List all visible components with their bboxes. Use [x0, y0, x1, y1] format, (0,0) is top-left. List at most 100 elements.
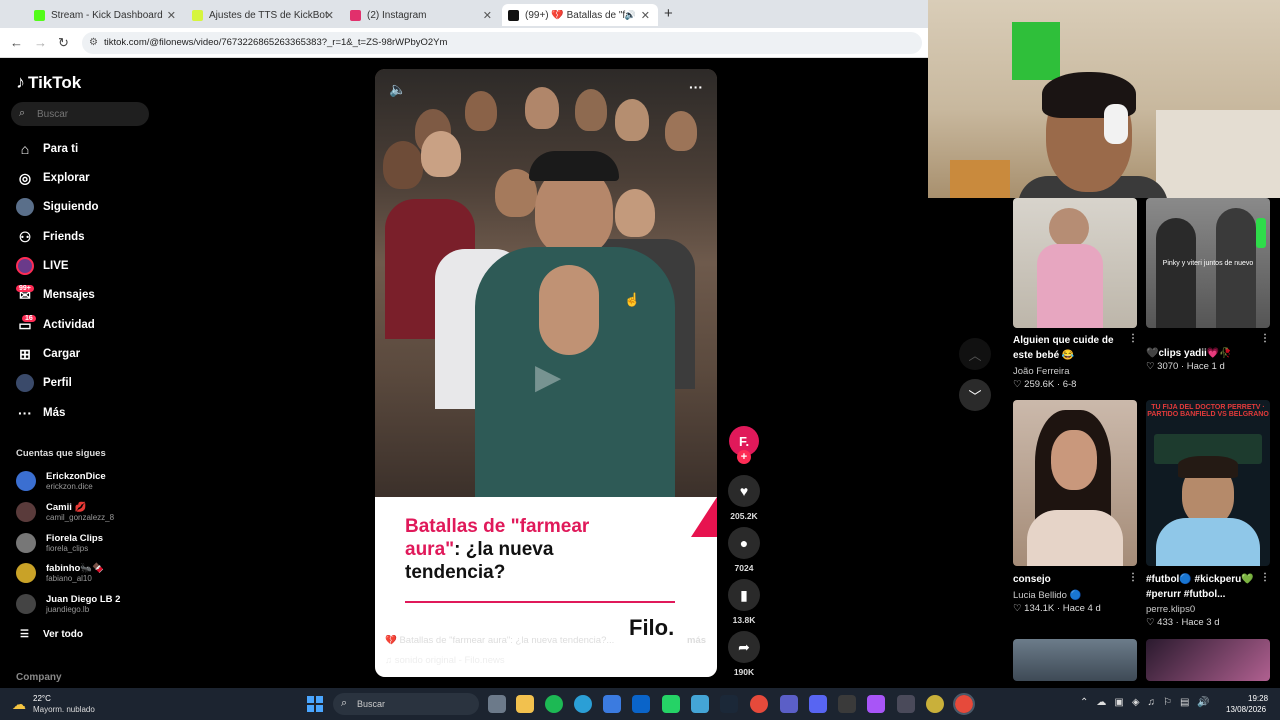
sidebar-item-para-ti[interactable]: ⌂ Para ti — [16, 138, 78, 160]
video-title[interactable]: 🖤clips yadii💗🥀 — [1146, 346, 1258, 361]
audio-playing-icon[interactable]: 🔊 — [625, 10, 636, 21]
following-account[interactable]: Juan Diego LB 2 juandiego.lb — [16, 591, 120, 617]
video-thumbnail[interactable] — [1013, 198, 1137, 328]
app-icon[interactable] — [926, 695, 944, 713]
video-title[interactable]: Alguien que cuide de este bebé 😂 — [1013, 333, 1125, 363]
more-options-icon[interactable]: ··· — [689, 79, 703, 95]
video-thumbnail[interactable]: TU FIJA DEL DOCTOR PERRETV · PARTIDO BAN… — [1146, 400, 1270, 566]
next-video-button[interactable]: ﹀ — [959, 379, 991, 411]
video-title[interactable]: consejo — [1013, 572, 1051, 587]
video-thumbnail[interactable]: Pinky y viteri juntos de nuevo — [1146, 198, 1270, 328]
reload-icon[interactable]: ↻ — [58, 35, 69, 51]
spotify-icon[interactable] — [545, 695, 563, 713]
sound-link[interactable]: ♫ sonido original - Filo.news — [385, 655, 505, 666]
video-author[interactable]: João Ferreira — [1013, 366, 1070, 377]
instagram-favicon-icon — [350, 9, 361, 21]
tab-title: (99+) 💔 Batallas de "farme — [525, 9, 629, 21]
close-tab-icon[interactable]: ✕ — [167, 9, 176, 22]
file-explorer-icon[interactable] — [516, 695, 534, 713]
following-section-title: Cuentas que sigues — [16, 448, 106, 459]
search-input[interactable] — [37, 106, 143, 122]
close-tab-icon[interactable]: ✕ — [641, 9, 650, 22]
copilot-icon[interactable] — [603, 695, 621, 713]
share-button[interactable]: ➦ 190K — [727, 631, 761, 677]
video-author[interactable]: Lucia Bellido 🔵 — [1013, 590, 1081, 601]
tab-tiktok-active[interactable]: (99+) 💔 Batallas de "farme 🔊 ✕ — [502, 4, 658, 26]
following-account[interactable]: fabinho🐜🍫 fabiano_al10 — [16, 560, 104, 586]
chrome-active-icon[interactable] — [953, 693, 975, 715]
more-link[interactable]: más — [687, 635, 706, 646]
video-thumbnail[interactable] — [1013, 639, 1137, 681]
tab-kickbot-tts[interactable]: Ajustes de TTS de KickBot ✕ — [186, 4, 342, 26]
sidebar-item-siguiendo[interactable]: Siguiendo — [16, 196, 99, 218]
edge-icon[interactable] — [574, 695, 592, 713]
sidebar-item-perfil[interactable]: Perfil — [16, 372, 72, 394]
discord-icon[interactable] — [809, 695, 827, 713]
more-options-icon[interactable]: ⋮ — [1128, 333, 1138, 344]
weather-cloud-icon[interactable]: ☁ — [12, 696, 26, 713]
start-button[interactable] — [307, 696, 323, 712]
back-arrow-icon[interactable]: ← — [10, 35, 23, 50]
sidebar-item-cargar[interactable]: ⊞ Cargar — [16, 343, 80, 365]
volume-icon[interactable]: 🔈 — [389, 81, 406, 98]
account-name: fabinho🐜🍫 — [46, 563, 104, 574]
like-button[interactable]: ♥ 205.2K — [727, 475, 761, 521]
video-player[interactable]: 🔈 ··· ▶ Batallas de "farmear aura": ¿la … — [375, 69, 717, 677]
tab-instagram[interactable]: (2) Instagram ✕ — [344, 4, 500, 26]
search-icon: ⌕ — [19, 107, 26, 119]
more-options-icon[interactable]: ⋮ — [1260, 333, 1270, 344]
following-account[interactable]: Fiorela Clips fiorela_clips — [16, 530, 103, 556]
sidebar-item-mas[interactable]: ··· Más — [16, 402, 65, 424]
previous-video-button[interactable]: ︿ — [959, 338, 991, 370]
video-progress-bar[interactable] — [375, 669, 717, 677]
app-icon[interactable] — [867, 695, 885, 713]
clock-date[interactable]: 13/08/2026 — [1226, 705, 1266, 714]
tiktok-logo[interactable]: ♪ TikTok — [16, 72, 81, 93]
obs-icon[interactable] — [838, 695, 856, 713]
site-info-icon[interactable]: ⚙ — [89, 37, 98, 48]
new-tab-button[interactable]: + — [664, 5, 673, 22]
follow-plus-icon[interactable]: + — [737, 450, 751, 464]
video-thumbnail[interactable] — [1146, 639, 1270, 681]
task-view-icon[interactable] — [488, 695, 506, 713]
following-account[interactable]: Camii 💋 camil_gonzalezz_8 — [16, 499, 114, 525]
room-bed — [1156, 110, 1280, 198]
comment-button[interactable]: ● 7024 — [727, 527, 761, 573]
tiktok-note-icon: ♪ — [16, 72, 25, 92]
close-tab-icon[interactable]: ✕ — [325, 9, 334, 22]
like-count: 205.2K — [730, 511, 758, 521]
app-icon[interactable] — [897, 695, 915, 713]
sidebar-item-explorar[interactable]: ◎ Explorar — [16, 167, 90, 189]
taskbar-search[interactable]: ⌕ Buscar — [333, 693, 479, 715]
video-author[interactable]: perre.klips0 — [1146, 604, 1195, 615]
following-account[interactable]: ErickzonDice erickzon.dice — [16, 468, 106, 494]
sidebar-item-friends[interactable]: ⚇ Friends — [16, 226, 85, 248]
see-all-button[interactable]: ☰ Ver todo — [20, 629, 83, 640]
more-options-icon[interactable]: ⋮ — [1260, 572, 1270, 583]
outlook-icon[interactable] — [632, 695, 650, 713]
more-dots-icon: ··· — [18, 405, 32, 421]
url-field[interactable]: ⚙ tiktok.com/@filonews/video/76732268652… — [82, 32, 922, 54]
video-title[interactable]: #futbol🔵 #kickperu💚 #perurr #futbol... — [1146, 572, 1264, 602]
weather-temp[interactable]: 22°C — [33, 694, 51, 703]
clock-time[interactable]: 19:28 — [1248, 694, 1268, 703]
video-thumbnail[interactable] — [1013, 400, 1137, 566]
video-author[interactable]: Filo.news — [383, 613, 429, 624]
whatsapp-icon[interactable] — [662, 695, 680, 713]
search-box[interactable]: ⌕ — [11, 102, 149, 126]
forward-arrow-icon[interactable]: → — [34, 35, 47, 50]
chrome-icon[interactable] — [750, 695, 768, 713]
company-link[interactable]: Company — [16, 672, 62, 683]
sidebar-item-live[interactable]: LIVE — [16, 255, 69, 277]
close-tab-icon[interactable]: ✕ — [483, 9, 492, 22]
weather-condition[interactable]: Mayorm. nublado — [33, 705, 95, 714]
app-icon[interactable] — [691, 695, 709, 713]
play-icon[interactable]: ▶ — [535, 357, 561, 397]
teams-icon[interactable] — [780, 695, 798, 713]
save-button[interactable]: ▮ 13.8K — [727, 579, 761, 625]
thumbnail-caption: TU FIJA DEL DOCTOR PERRETV · PARTIDO BAN… — [1147, 404, 1269, 418]
system-tray-icons[interactable]: ⌃☁▣◈♫⚐▤🔊 — [1080, 697, 1218, 708]
tab-kick-dashboard[interactable]: Stream - Kick Dashboard ✕ — [28, 4, 184, 26]
more-options-icon[interactable]: ⋮ — [1128, 572, 1138, 583]
steam-icon[interactable] — [720, 695, 738, 713]
